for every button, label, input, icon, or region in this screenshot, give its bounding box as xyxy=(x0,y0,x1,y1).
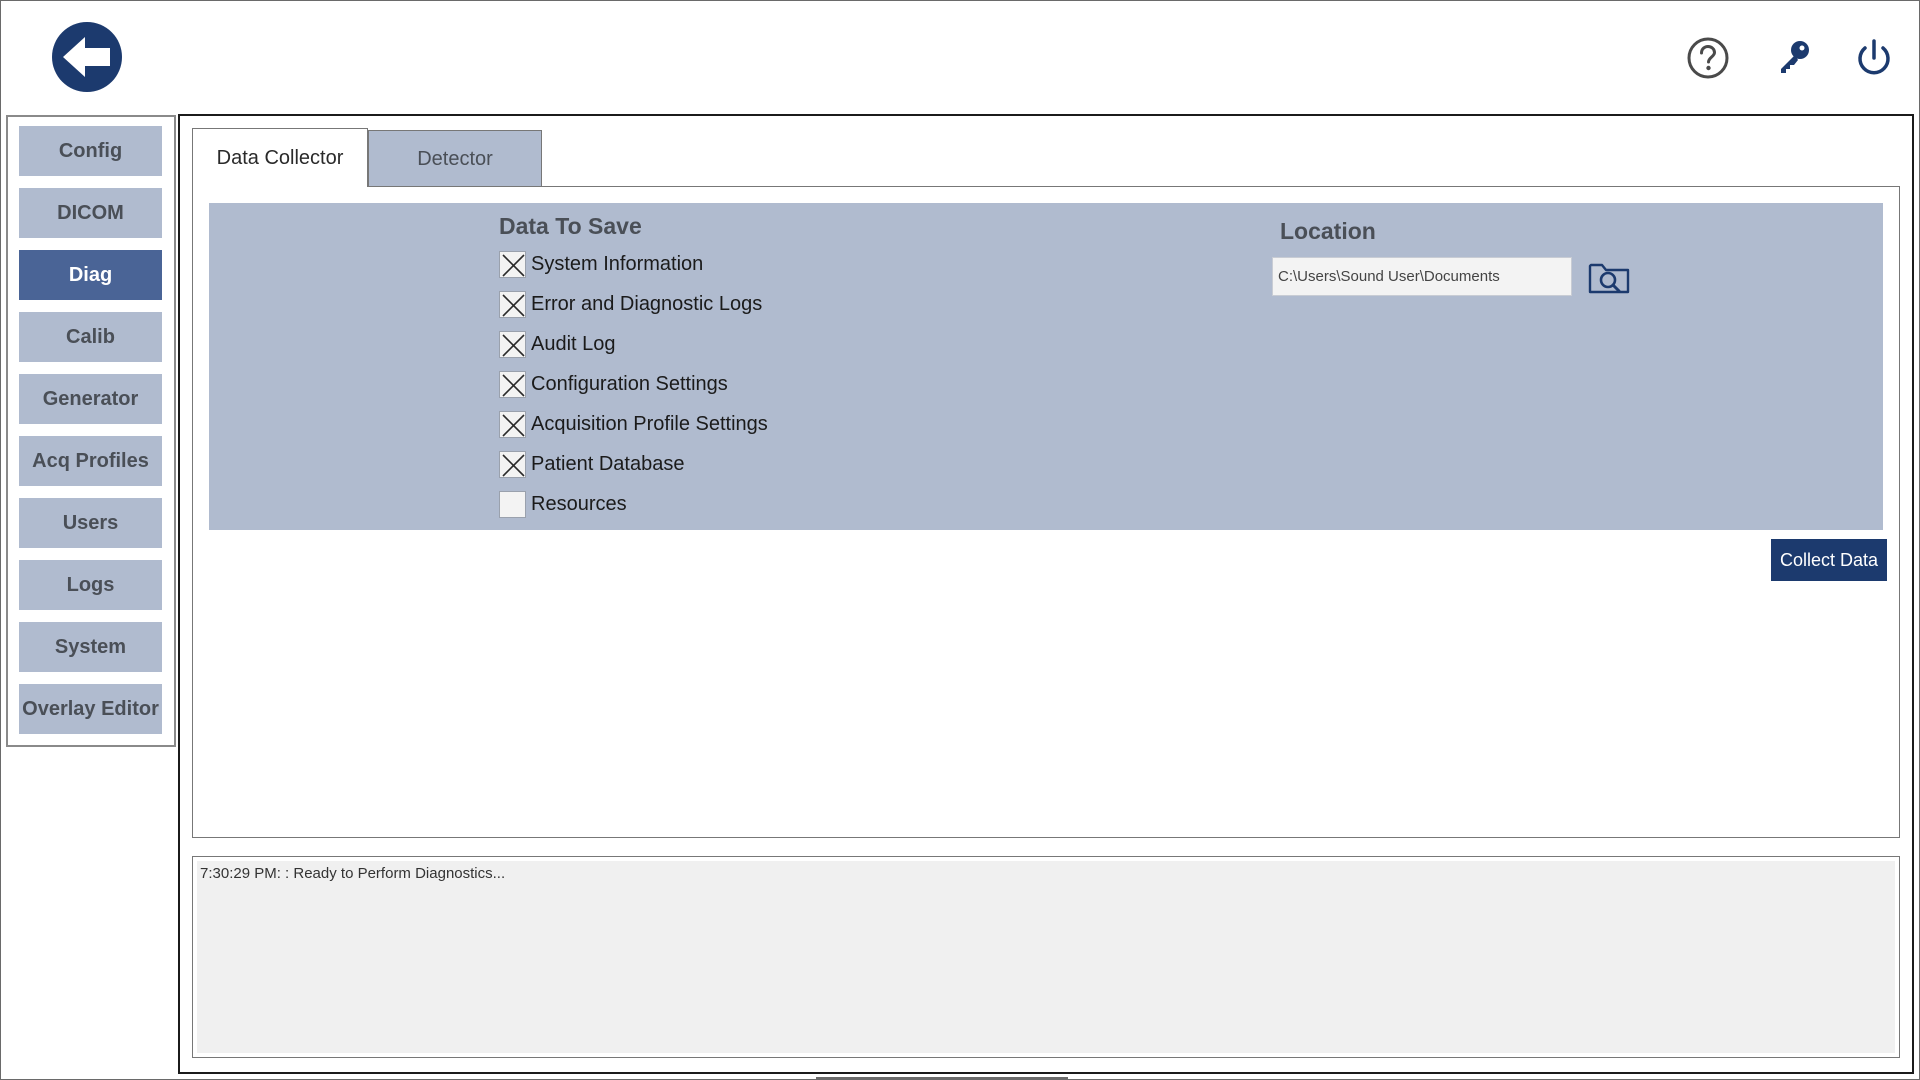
checkbox-label: Acquisition Profile Settings xyxy=(531,412,768,435)
power-icon xyxy=(1858,39,1890,75)
checkbox-label: Patient Database xyxy=(531,452,685,475)
location-path-field[interactable]: C:\Users\Sound User\Documents xyxy=(1272,257,1572,296)
collect-data-button[interactable]: Collect Data xyxy=(1771,539,1887,581)
tab-detector[interactable]: Detector xyxy=(368,130,542,188)
checkbox-label: Configuration Settings xyxy=(531,372,728,395)
checkbox-box[interactable] xyxy=(499,290,526,318)
key-button[interactable] xyxy=(1772,36,1816,80)
sidebar-item-acq-profiles[interactable]: Acq Profiles xyxy=(19,436,162,486)
check-x-icon xyxy=(502,253,525,277)
check-x-icon xyxy=(502,413,525,437)
checkbox-label: Resources xyxy=(531,492,627,515)
sidebar-item-diag[interactable]: Diag xyxy=(19,250,162,300)
status-log-area[interactable]: 7:30:29 PM: : Ready to Perform Diagnosti… xyxy=(197,861,1895,1053)
checkbox-label: Error and Diagnostic Logs xyxy=(531,292,763,315)
checkbox-box[interactable] xyxy=(499,410,526,438)
checkbox-system-information[interactable]: System Information xyxy=(499,249,703,279)
sidebar-item-users[interactable]: Users xyxy=(19,498,162,548)
location-heading: Location xyxy=(1280,218,1376,244)
checkbox-box[interactable] xyxy=(499,250,526,278)
sidebar-item-dicom[interactable]: DICOM xyxy=(19,188,162,238)
checkbox-configuration-settings[interactable]: Configuration Settings xyxy=(499,369,728,399)
browse-location-button[interactable] xyxy=(1587,259,1631,295)
back-arrow-icon xyxy=(63,37,110,77)
checkbox-box[interactable] xyxy=(499,490,526,518)
checkbox-acquisition-profile-settings[interactable]: Acquisition Profile Settings xyxy=(499,409,768,439)
checkbox-label: System Information xyxy=(531,252,704,275)
tab-data-collector[interactable]: Data Collector xyxy=(192,128,368,187)
back-button[interactable] xyxy=(52,22,122,92)
data-collector-options-panel: Data To Save System Information Error an… xyxy=(209,203,1883,530)
check-x-icon xyxy=(502,293,525,317)
sidebar-item-system[interactable]: System xyxy=(19,622,162,672)
checkbox-box[interactable] xyxy=(499,370,526,398)
sidebar-nav: Config DICOM Diag Calib Generator Acq Pr… xyxy=(6,115,176,747)
check-x-icon xyxy=(502,453,525,477)
data-collector-content: Data To Save System Information Error an… xyxy=(192,186,1900,838)
power-button[interactable] xyxy=(1852,36,1896,80)
folder-search-icon xyxy=(1588,263,1630,294)
checkbox-error-diagnostic-logs[interactable]: Error and Diagnostic Logs xyxy=(499,289,762,319)
key-icon xyxy=(1781,41,1809,73)
status-log-line: 7:30:29 PM: : Ready to Perform Diagnosti… xyxy=(200,865,506,882)
main-panel: Data Collector Detector Data To Save Sys… xyxy=(178,114,1914,1074)
help-button[interactable] xyxy=(1686,36,1730,80)
checkbox-box[interactable] xyxy=(499,330,526,358)
sidebar-item-generator[interactable]: Generator xyxy=(19,374,162,424)
checkbox-audit-log[interactable]: Audit Log xyxy=(499,329,616,359)
data-to-save-heading: Data To Save xyxy=(499,213,642,239)
check-x-icon xyxy=(502,333,525,357)
checkbox-resources[interactable]: Resources xyxy=(499,489,627,519)
checkbox-box[interactable] xyxy=(499,450,526,478)
sidebar-item-overlay-editor[interactable]: Overlay Editor xyxy=(19,684,162,734)
check-x-icon xyxy=(502,373,525,397)
sidebar-item-config[interactable]: Config xyxy=(19,126,162,176)
sidebar-item-calib[interactable]: Calib xyxy=(19,312,162,362)
checkbox-label: Audit Log xyxy=(531,332,616,355)
checkbox-patient-database[interactable]: Patient Database xyxy=(499,449,684,479)
status-log-panel: 7:30:29 PM: : Ready to Perform Diagnosti… xyxy=(192,856,1900,1058)
sidebar-item-logs[interactable]: Logs xyxy=(19,560,162,610)
help-icon xyxy=(1687,37,1729,79)
